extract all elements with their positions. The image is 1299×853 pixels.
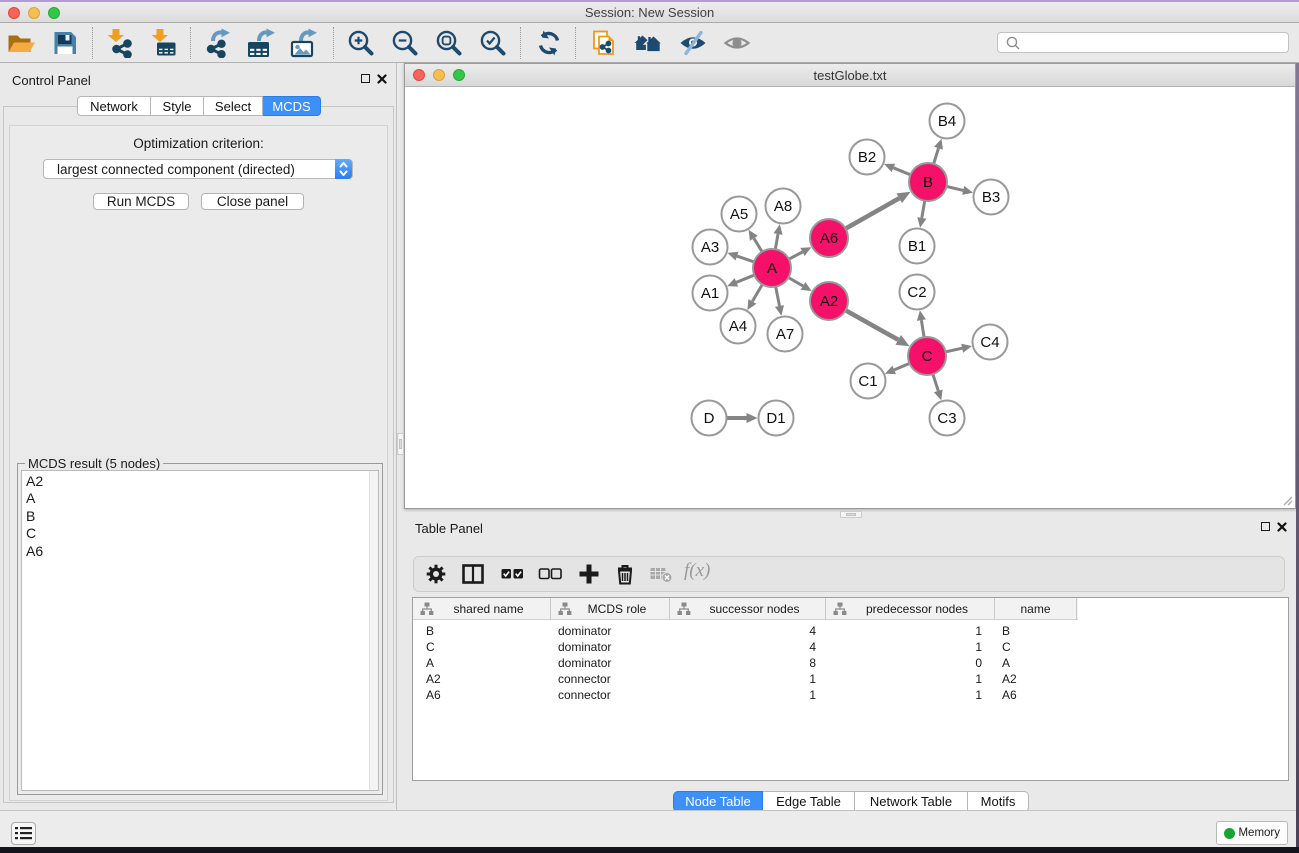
svg-text:A: A	[767, 260, 777, 277]
svg-text:A4: A4	[729, 318, 747, 335]
svg-text:D1: D1	[766, 410, 785, 427]
svg-text:A5: A5	[730, 206, 748, 223]
svg-text:A1: A1	[701, 285, 719, 302]
svg-text:D: D	[704, 410, 715, 427]
svg-text:B: B	[923, 174, 933, 191]
svg-text:C1: C1	[858, 373, 877, 390]
svg-text:A8: A8	[774, 198, 792, 215]
svg-text:B3: B3	[982, 189, 1000, 206]
svg-text:B2: B2	[858, 149, 876, 166]
svg-text:C3: C3	[937, 410, 956, 427]
svg-text:A7: A7	[776, 326, 794, 343]
svg-text:A2: A2	[820, 293, 838, 310]
svg-text:C4: C4	[980, 334, 999, 351]
svg-text:B1: B1	[908, 238, 926, 255]
svg-text:B4: B4	[938, 113, 956, 130]
svg-text:C: C	[922, 348, 933, 365]
svg-text:A3: A3	[701, 239, 719, 256]
svg-text:A6: A6	[820, 230, 838, 247]
svg-text:C2: C2	[907, 284, 926, 301]
